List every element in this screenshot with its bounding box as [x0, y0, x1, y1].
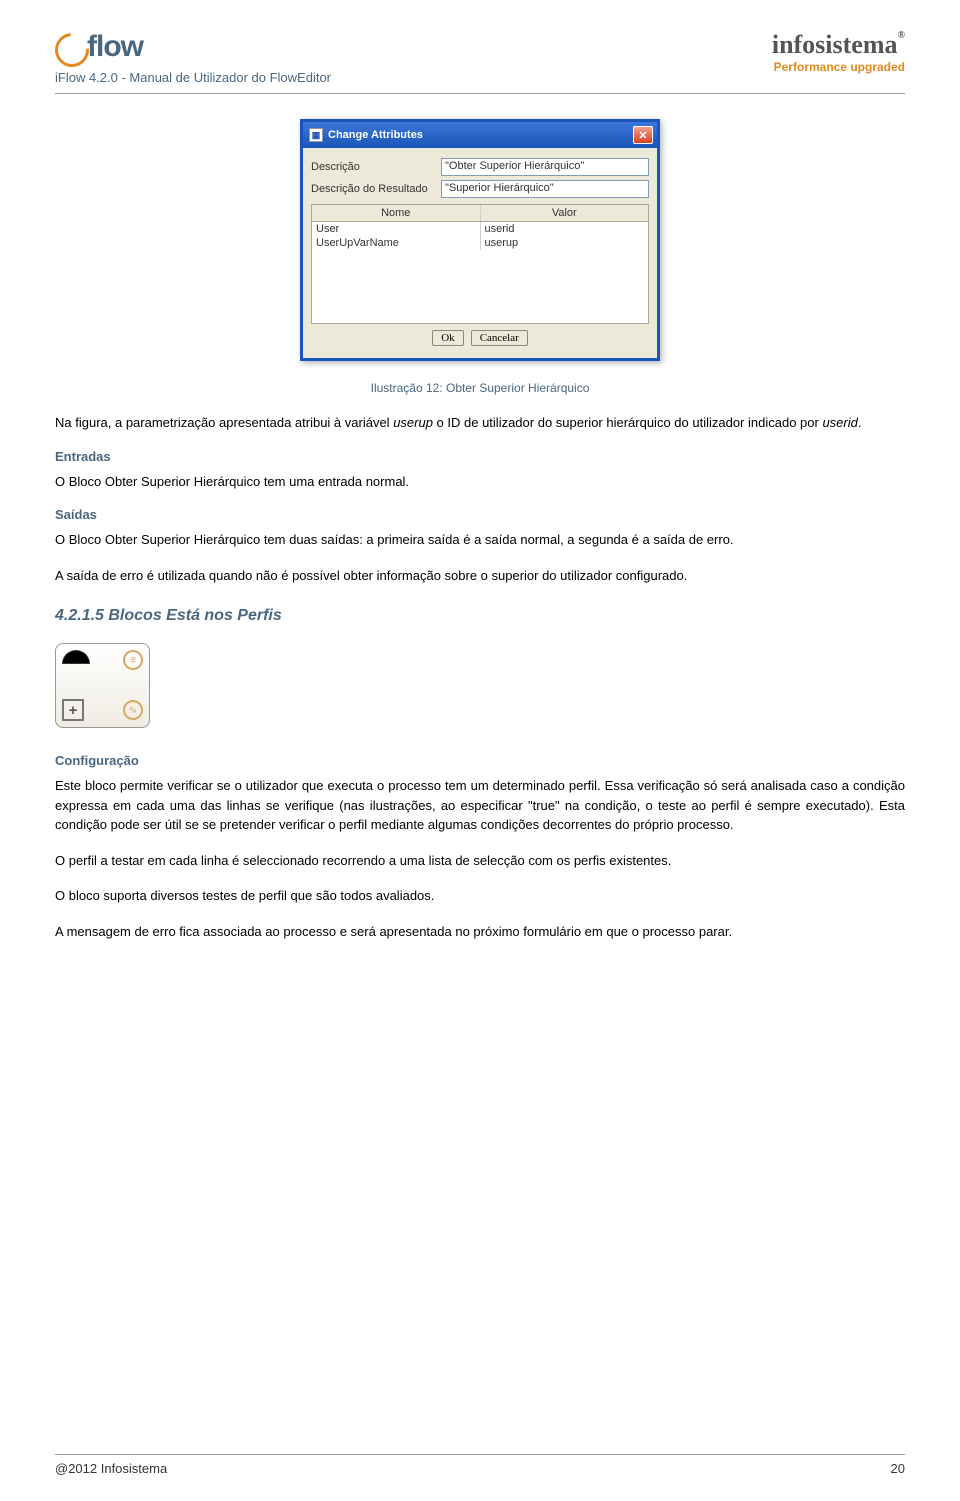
intro-paragraph: Na figura, a parametrização apresentada … [55, 413, 905, 433]
block-perfis-icon: ≡ + ∿ [55, 643, 150, 728]
dialog-titlebar: ▦ Change Attributes ✕ [303, 122, 657, 148]
figure-caption: Ilustração 12: Obter Superior Hierárquic… [55, 381, 905, 395]
saidas-text-1: O Bloco Obter Superior Hierárquico tem d… [55, 530, 905, 550]
dialog-button-row: Ok Cancelar [311, 324, 649, 348]
entradas-text: O Bloco Obter Superior Hierárquico tem u… [55, 472, 905, 492]
table-row[interactable]: UserUpVarName userup [312, 236, 648, 250]
ok-button[interactable]: Ok [432, 330, 463, 346]
dialog-app-icon: ▦ [309, 128, 323, 142]
section-heading: 4.2.1.5 Blocos Está nos Perfis [55, 607, 905, 625]
cell-nome: User [312, 222, 481, 236]
cancel-button[interactable]: Cancelar [471, 330, 528, 346]
iflow-logo-text: flow [87, 30, 143, 64]
table-header-row: Nome Valor [312, 205, 648, 222]
footer-page-number: 20 [891, 1461, 905, 1476]
config-p4: A mensagem de erro fica associada ao pro… [55, 922, 905, 942]
resultado-label: Descrição do Resultado [311, 183, 441, 195]
attributes-table: Nome Valor User userid UserUpVarName use… [311, 204, 649, 324]
lines-circle-icon: ≡ [123, 650, 143, 670]
infosistema-logo: infosistema [772, 30, 905, 60]
cell-valor: userid [481, 222, 649, 236]
config-heading: Configuração [55, 753, 905, 768]
iflow-logo: flow [55, 30, 331, 64]
wave-circle-icon: ∿ [123, 700, 143, 720]
close-icon[interactable]: ✕ [633, 126, 653, 144]
change-attributes-dialog: ▦ Change Attributes ✕ Descrição "Obter S… [300, 119, 660, 361]
config-p2: O perfil a testar em cada linha é selecc… [55, 851, 905, 871]
document-title: iFlow 4.2.0 - Manual de Utilizador do Fl… [55, 70, 331, 85]
logo-right-block: infosistema Performance upgraded [772, 30, 905, 74]
descricao-input[interactable]: "Obter Superior Hierárquico" [441, 158, 649, 176]
page-footer: @2012 Infosistema 20 [55, 1454, 905, 1476]
cell-nome: UserUpVarName [312, 236, 481, 250]
dialog-title: Change Attributes [328, 129, 423, 141]
table-row[interactable]: User userid [312, 222, 648, 236]
page-header: flow iFlow 4.2.0 - Manual de Utilizador … [55, 30, 905, 94]
resultado-input[interactable]: "Superior Hierárquico" [441, 180, 649, 198]
saidas-text-2: A saída de erro é utilizada quando não é… [55, 566, 905, 586]
entradas-heading: Entradas [55, 449, 905, 464]
col-valor: Valor [481, 205, 649, 221]
plus-icon: + [62, 699, 84, 721]
footer-copyright: @2012 Infosistema [55, 1461, 167, 1476]
config-p1: Este bloco permite verificar se o utiliz… [55, 776, 905, 835]
config-p3: O bloco suporta diversos testes de perfi… [55, 886, 905, 906]
logo-left-block: flow iFlow 4.2.0 - Manual de Utilizador … [55, 30, 331, 85]
iflow-swirl-icon [55, 33, 83, 61]
descricao-label: Descrição [311, 161, 441, 173]
profile-shape-icon [62, 650, 90, 664]
infosistema-tagline: Performance upgraded [772, 60, 905, 74]
cell-valor: userup [481, 236, 649, 250]
dialog-body: Descrição "Obter Superior Hierárquico" D… [303, 148, 657, 358]
col-nome: Nome [312, 205, 481, 221]
saidas-heading: Saídas [55, 507, 905, 522]
